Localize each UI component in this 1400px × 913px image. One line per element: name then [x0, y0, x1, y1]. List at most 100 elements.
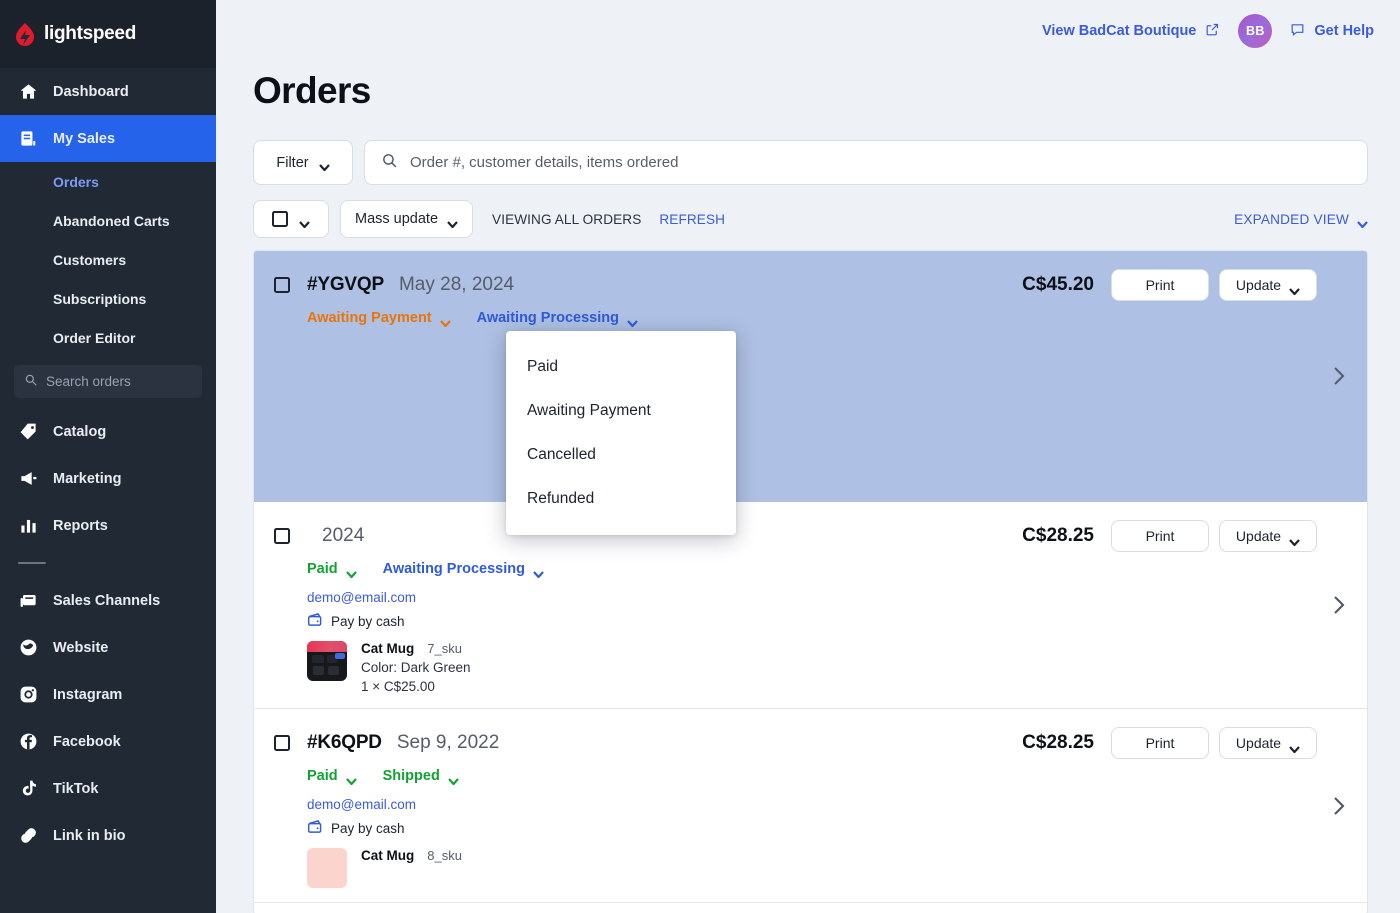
payment-status-dropdown-menu: Paid Awaiting Payment Cancelled Refunded	[506, 331, 736, 535]
order-row-actions: C$28.25 Print Update	[1022, 520, 1317, 552]
link-icon	[18, 825, 39, 846]
product-qty-price: 1 × C$25.00	[361, 679, 435, 694]
product-name: Cat Mug	[361, 848, 415, 863]
sidebar-subitem-order-editor[interactable]: Order Editor	[0, 318, 216, 357]
print-button[interactable]: Print	[1111, 727, 1209, 759]
update-button[interactable]: Update	[1219, 269, 1317, 301]
viewing-status-text: VIEWING ALL ORDERS	[492, 211, 642, 227]
expanded-view-toggle[interactable]: EXPANDED VIEW	[1234, 212, 1368, 229]
brand-logo[interactable]: lightspeed	[0, 0, 216, 68]
payment-status-dropdown-trigger[interactable]: Paid	[307, 768, 357, 786]
order-price: C$28.25	[1022, 732, 1094, 753]
order-checkbox[interactable]	[274, 277, 290, 293]
sidebar-subitem-abandoned-carts[interactable]: Abandoned Carts	[0, 201, 216, 240]
main-content: View BadCat Boutique BB Get Help Orders …	[216, 0, 1400, 913]
chevron-down-icon	[439, 315, 451, 328]
sidebar-item-label: My Sales	[53, 130, 116, 147]
view-store-link[interactable]: View BadCat Boutique	[1042, 22, 1220, 41]
update-button[interactable]: Update	[1219, 727, 1317, 759]
sidebar: lightspeed Dashboard My Sales Orders Aba…	[0, 0, 216, 913]
orders-toolbar: Filter	[216, 112, 1400, 185]
tag-icon	[18, 421, 39, 442]
product-thumbnail	[307, 848, 347, 888]
sidebar-item-tiktok[interactable]: TikTok	[0, 765, 216, 812]
product-sku: 8_sku	[427, 848, 462, 863]
table-row[interactable]: #K6QPD Sep 9, 2022 C$28.25 Print Update	[254, 709, 1367, 903]
table-row[interactable]: 2024 C$28.25 Print Update Paid Awaiting …	[254, 502, 1367, 709]
order-expand-arrow[interactable]	[1333, 595, 1345, 615]
order-checkbox[interactable]	[274, 528, 290, 544]
order-expand-arrow[interactable]	[1333, 796, 1345, 816]
get-help-link[interactable]: Get Help	[1290, 22, 1374, 41]
sidebar-item-label: Instagram	[53, 686, 123, 703]
sidebar-item-my-sales[interactable]: My Sales	[0, 115, 216, 162]
payment-status-label: Paid	[307, 768, 338, 784]
table-row[interactable]: #YGVQP May 28, 2024 C$45.20 Print Update	[254, 251, 1367, 502]
sidebar-search-orders[interactable]: Search orders	[14, 365, 202, 398]
sidebar-item-catalog[interactable]: Catalog	[0, 408, 216, 455]
chevron-down-icon	[345, 773, 357, 786]
payment-method: Pay by cash	[254, 605, 1367, 631]
sidebar-item-website[interactable]: Website	[0, 624, 216, 671]
fulfillment-status-dropdown-trigger[interactable]: Awaiting Processing	[477, 310, 638, 328]
fulfillment-status-dropdown-trigger[interactable]: Awaiting Processing	[383, 561, 544, 579]
payment-method: Pay by cash	[254, 812, 1367, 838]
instagram-icon	[18, 684, 39, 705]
app-root: lightspeed Dashboard My Sales Orders Aba…	[0, 0, 1400, 913]
sidebar-item-marketing[interactable]: Marketing	[0, 455, 216, 502]
sidebar-subitem-label: Subscriptions	[53, 290, 147, 307]
megaphone-icon	[18, 468, 39, 489]
sidebar-subitem-label: Order Editor	[53, 329, 136, 346]
dropdown-option-paid[interactable]: Paid	[506, 345, 736, 389]
dropdown-option-refunded[interactable]: Refunded	[506, 477, 736, 521]
refresh-link[interactable]: REFRESH	[659, 212, 725, 227]
sidebar-item-facebook[interactable]: Facebook	[0, 718, 216, 765]
sidebar-subitem-orders[interactable]: Orders	[0, 162, 216, 201]
print-button[interactable]: Print	[1111, 520, 1209, 552]
print-button[interactable]: Print	[1111, 269, 1209, 301]
chevron-down-icon	[299, 216, 310, 229]
order-checkbox[interactable]	[274, 735, 290, 751]
sidebar-item-sales-channels[interactable]: Sales Channels	[0, 577, 216, 624]
filter-label: Filter	[276, 154, 309, 171]
sidebar-item-instagram[interactable]: Instagram	[0, 671, 216, 718]
globe-icon	[18, 637, 39, 658]
chevron-down-icon	[318, 159, 330, 172]
order-expand-arrow[interactable]	[1333, 366, 1345, 386]
wallet-icon	[307, 819, 324, 838]
topbar: View BadCat Boutique BB Get Help	[216, 0, 1400, 62]
checkbox-icon	[272, 211, 288, 227]
mass-update-label: Mass update	[355, 211, 439, 227]
fulfillment-status-dropdown-trigger[interactable]: Shipped	[382, 768, 459, 786]
home-icon	[18, 81, 39, 102]
customer-email[interactable]: demo@email.com	[254, 577, 1367, 605]
dropdown-option-cancelled[interactable]: Cancelled	[506, 433, 736, 477]
order-row-header: #YGVQP May 28, 2024 C$45.20 Print Update	[254, 269, 1367, 301]
sidebar-item-link-in-bio[interactable]: Link in bio	[0, 812, 216, 859]
order-status-row: Paid Awaiting Processing	[254, 552, 1367, 579]
filter-button[interactable]: Filter	[253, 140, 353, 185]
select-all-dropdown[interactable]	[253, 200, 329, 238]
sidebar-subitem-subscriptions[interactable]: Subscriptions	[0, 279, 216, 318]
payment-status-dropdown-trigger[interactable]: Paid	[307, 561, 357, 579]
dropdown-option-awaiting-payment[interactable]: Awaiting Payment	[506, 389, 736, 433]
order-date: 2024	[322, 525, 365, 546]
fulfillment-status-label: Shipped	[382, 768, 440, 784]
update-button[interactable]: Update	[1219, 520, 1317, 552]
order-date: May 28, 2024	[398, 274, 515, 295]
sidebar-item-label: TikTok	[53, 780, 99, 797]
sidebar-subitem-customers[interactable]: Customers	[0, 240, 216, 279]
facebook-icon	[18, 731, 39, 752]
product-variant: Color: Dark Green	[361, 660, 471, 675]
lightspeed-flame-icon	[14, 22, 36, 46]
sidebar-item-reports[interactable]: Reports	[0, 502, 216, 549]
orders-search[interactable]	[364, 140, 1368, 185]
bar-chart-icon	[18, 515, 39, 536]
avatar[interactable]: BB	[1238, 14, 1273, 48]
sidebar-item-dashboard[interactable]: Dashboard	[0, 68, 216, 115]
payment-status-dropdown-trigger[interactable]: Awaiting Payment	[307, 310, 451, 328]
search-input[interactable]	[410, 154, 1351, 171]
mass-update-button[interactable]: Mass update	[340, 200, 474, 238]
customer-email[interactable]: demo@email.com	[254, 784, 1367, 812]
view-store-label: View BadCat Boutique	[1041, 23, 1197, 39]
